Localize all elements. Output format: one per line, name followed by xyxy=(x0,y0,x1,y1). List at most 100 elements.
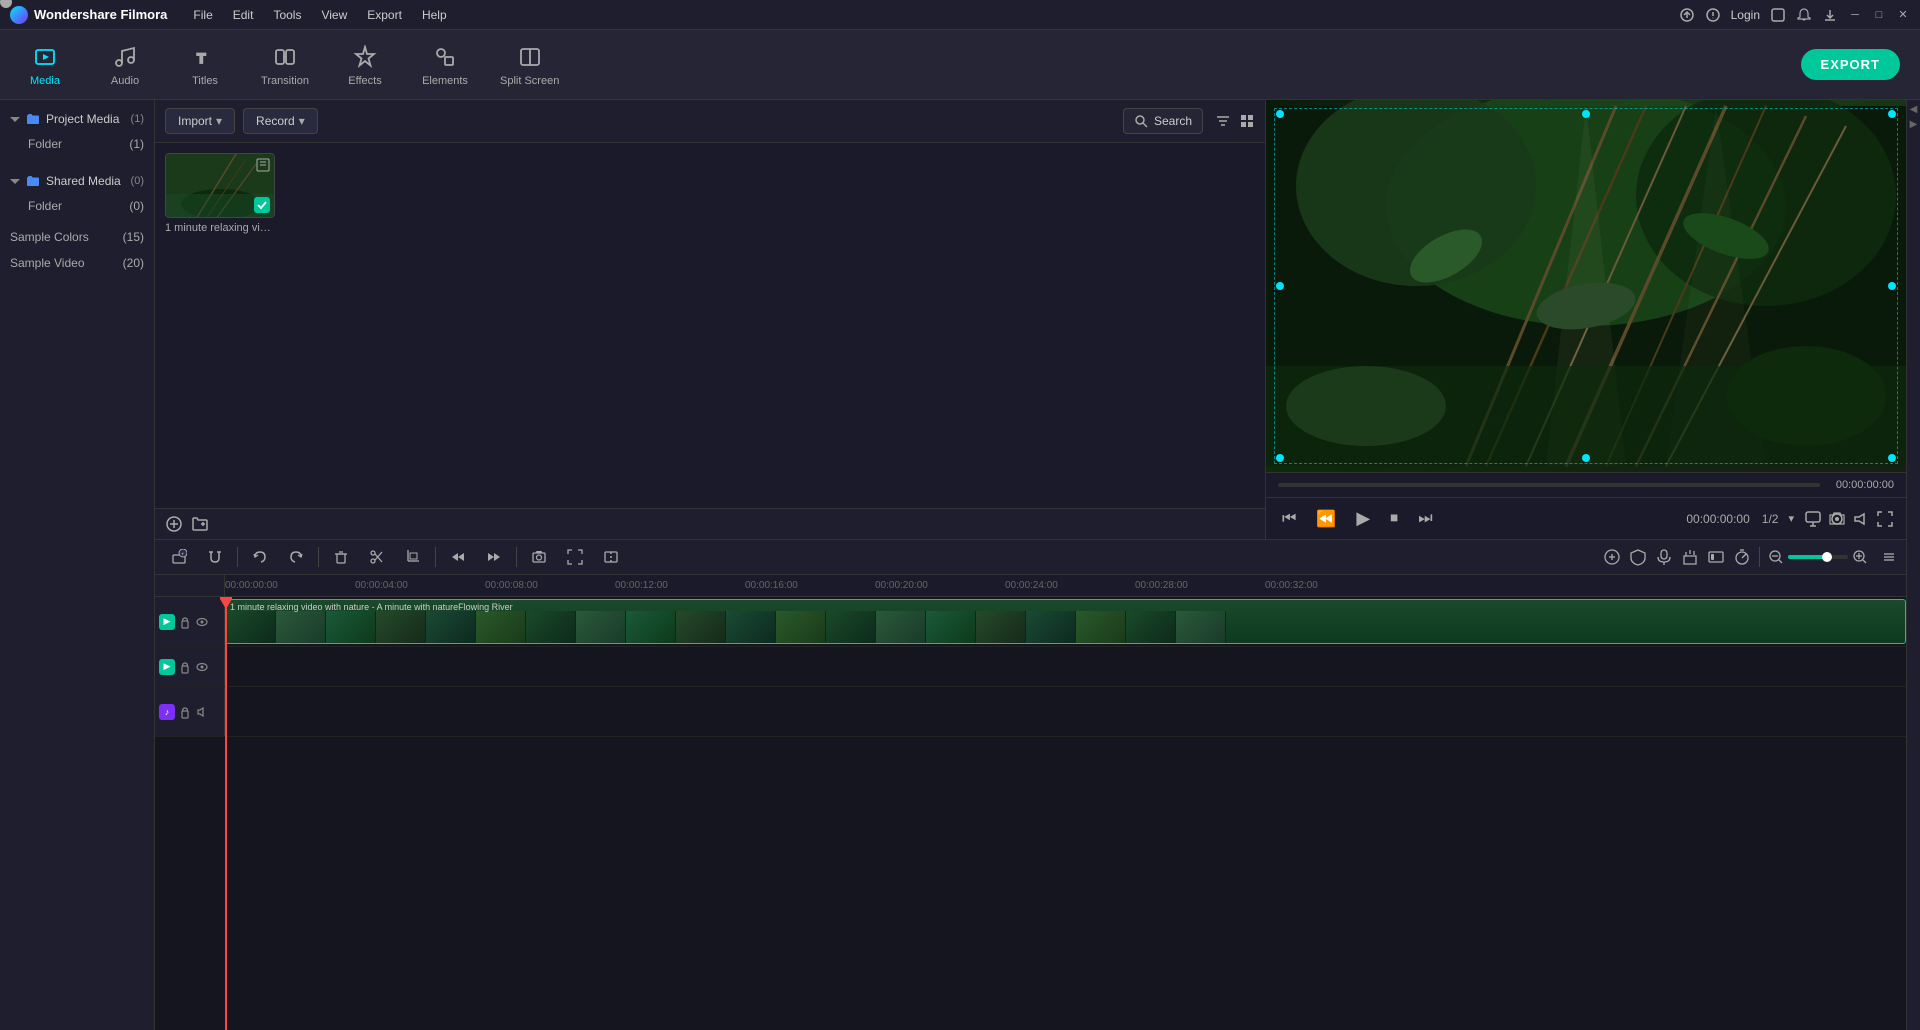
play-backward-button[interactable]: ⏪ xyxy=(1312,505,1340,533)
jungle-scene-svg xyxy=(1266,100,1906,472)
frame-10 xyxy=(676,611,726,643)
mic-icon[interactable] xyxy=(1655,548,1673,566)
handle-br[interactable] xyxy=(1888,454,1896,462)
capture-button[interactable] xyxy=(525,546,553,568)
add-media-button[interactable]: + xyxy=(165,546,193,568)
audio-volume-icon[interactable] xyxy=(195,705,209,719)
record-button[interactable]: Record ▾ xyxy=(243,108,318,134)
audio-track-content[interactable] xyxy=(225,687,1906,736)
shared-media-folder[interactable]: Folder (0) xyxy=(0,194,154,218)
toolbar-elements[interactable]: Elements xyxy=(420,43,470,87)
track2-eye-icon[interactable] xyxy=(195,660,209,674)
export-button[interactable]: EXPORT xyxy=(1801,49,1900,80)
video-track-2: ▶ xyxy=(155,647,1906,687)
track1-eye-icon[interactable] xyxy=(195,615,209,629)
handle-bl[interactable] xyxy=(1276,454,1284,462)
handle-mt[interactable] xyxy=(1582,110,1590,118)
toolbar-divider-2 xyxy=(318,547,319,567)
next-frame-button[interactable]: ⏭ xyxy=(1414,506,1436,532)
fullscreen-timeline-button[interactable] xyxy=(561,546,589,568)
toolbar-effects[interactable]: Effects xyxy=(340,43,390,87)
zoom-slider[interactable] xyxy=(1788,555,1848,559)
stop-button[interactable]: ⏹ xyxy=(1386,506,1402,532)
media-item[interactable]: 1 minute relaxing video ... xyxy=(165,153,275,234)
menu-export[interactable]: Export xyxy=(357,4,412,26)
toolbar-titles[interactable]: T Titles xyxy=(180,43,230,87)
speed-icon[interactable] xyxy=(1733,548,1751,566)
track-1-content[interactable]: 1 minute relaxing video with nature - A … xyxy=(225,597,1906,646)
project-media-folder[interactable]: Folder (1) xyxy=(0,132,154,156)
toolbar-media[interactable]: Media xyxy=(20,43,70,87)
playback-rate-selector[interactable]: ▾ xyxy=(1784,508,1798,529)
maximize-button[interactable]: □ xyxy=(1872,8,1886,22)
handle-mb[interactable] xyxy=(1582,454,1590,462)
search-box[interactable]: Search xyxy=(1123,108,1203,134)
auto-split-button[interactable] xyxy=(597,546,625,568)
menu-right: Login ─ □ ✕ xyxy=(1679,7,1910,23)
frame-15 xyxy=(926,611,976,643)
search-label: Search xyxy=(1154,114,1192,128)
project-media-section: Project Media (1) Folder (1) xyxy=(0,100,154,162)
handle-ml[interactable] xyxy=(1276,282,1284,290)
video-clip-1[interactable]: 1 minute relaxing video with nature - A … xyxy=(225,599,1906,644)
handle-tr[interactable] xyxy=(1888,110,1896,118)
grid-view-icon[interactable] xyxy=(1239,113,1255,129)
volume-icon[interactable] xyxy=(1852,510,1870,528)
handle-mr[interactable] xyxy=(1888,282,1896,290)
project-media-header[interactable]: Project Media (1) xyxy=(0,106,154,132)
sample-video-item[interactable]: Sample Video (20) xyxy=(0,250,154,276)
toolbar-divider-3 xyxy=(435,547,436,567)
media-folder-add-icon[interactable] xyxy=(191,515,209,533)
speed-backward-button[interactable] xyxy=(444,546,472,568)
toolbar-transition[interactable]: Transition xyxy=(260,43,310,87)
zoom-in-icon[interactable] xyxy=(1852,549,1868,565)
zoom-out-icon[interactable] xyxy=(1768,549,1784,565)
toolbar-audio[interactable]: Audio xyxy=(100,43,150,87)
track1-lock-icon[interactable] xyxy=(178,615,192,629)
close-button[interactable]: ✕ xyxy=(1896,8,1910,22)
toolbar-media-label: Media xyxy=(30,75,60,87)
shield-icon[interactable] xyxy=(1629,548,1647,566)
track2-lock-icon[interactable] xyxy=(178,660,192,674)
shared-media-label: Shared Media xyxy=(46,174,121,188)
menu-file[interactable]: File xyxy=(183,4,222,26)
undo-button[interactable] xyxy=(246,546,274,568)
prev-frame-button[interactable]: ⏮ xyxy=(1278,506,1300,532)
import-button[interactable]: Import ▾ xyxy=(165,108,235,134)
fullscreen-preview-icon[interactable] xyxy=(1876,510,1894,528)
track-add-icon[interactable] xyxy=(1603,548,1621,566)
frame-4 xyxy=(376,611,426,643)
crop-button[interactable] xyxy=(399,546,427,568)
cut-button[interactable] xyxy=(363,546,391,568)
login-button[interactable]: Login xyxy=(1731,8,1760,22)
sidebar-expand-icon[interactable]: ▶ xyxy=(1910,119,1918,130)
menu-tools[interactable]: Tools xyxy=(263,4,311,26)
monitor-icon[interactable] xyxy=(1804,510,1822,528)
toolbar-split-screen[interactable]: Split Screen xyxy=(500,43,559,87)
speed-forward-button[interactable] xyxy=(480,546,508,568)
menu-view[interactable]: View xyxy=(311,4,357,26)
snapshot-icon[interactable] xyxy=(1828,510,1846,528)
minimize-button[interactable]: ─ xyxy=(1848,8,1862,22)
track-2-content[interactable] xyxy=(225,647,1906,686)
color-grade-icon[interactable] xyxy=(1707,548,1725,566)
sample-colors-item[interactable]: Sample Colors (15) xyxy=(0,224,154,250)
voice-tune-icon[interactable] xyxy=(1681,548,1699,566)
delete-button[interactable] xyxy=(327,546,355,568)
shared-media-header[interactable]: Shared Media (0) xyxy=(0,168,154,194)
handle-tl[interactable] xyxy=(1276,110,1284,118)
search-icon xyxy=(1134,114,1148,128)
timeline-options-icon[interactable] xyxy=(1882,550,1896,564)
audio-lock-icon[interactable] xyxy=(178,705,192,719)
menu-help[interactable]: Help xyxy=(412,4,457,26)
sidebar-collapse-icon[interactable]: ◀ xyxy=(1910,104,1918,115)
redo-button[interactable] xyxy=(282,546,310,568)
zoom-handle[interactable] xyxy=(1822,552,1832,562)
menu-edit[interactable]: Edit xyxy=(223,4,264,26)
play-button[interactable]: ▶ xyxy=(1352,504,1374,533)
media-add-icon[interactable] xyxy=(165,515,183,533)
scrubber-track[interactable] xyxy=(1278,483,1820,487)
filter-icon[interactable] xyxy=(1215,113,1231,129)
magnet-button[interactable] xyxy=(201,546,229,568)
frame-9 xyxy=(626,611,676,643)
